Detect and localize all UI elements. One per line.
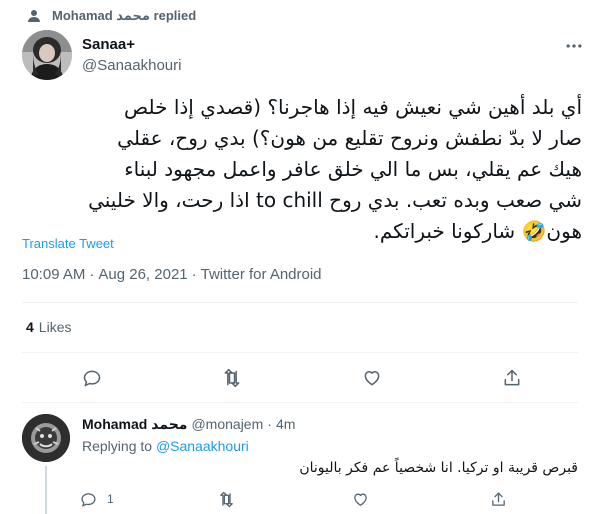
- author-avatar-image: [22, 30, 72, 80]
- reply-button[interactable]: [78, 364, 106, 392]
- likes-label: Likes: [38, 319, 72, 335]
- reply-action-bar: 1: [80, 488, 580, 512]
- thread-connector: [45, 466, 47, 514]
- tweet-action-bar: [22, 364, 578, 394]
- divider: [22, 402, 578, 403]
- tweet-text-line: أي بلد أهين شي نعيش فيه إذا هاجرنا؟ (قصد…: [123, 95, 582, 119]
- reply-time[interactable]: 4m: [276, 416, 295, 433]
- reply-share-button[interactable]: [490, 488, 507, 510]
- divider: [22, 302, 578, 303]
- meta-separator: ·: [191, 266, 197, 283]
- retweet-icon: [224, 368, 240, 388]
- heart-icon: [354, 493, 367, 506]
- tweet-meta: 10:09 AM · Aug 26, 2021 · Twitter for An…: [22, 266, 322, 283]
- meta-separator: ·: [89, 266, 95, 283]
- share-icon: [504, 369, 520, 386]
- replying-to-mention[interactable]: @Sanaakhouri: [156, 438, 249, 454]
- reply-count: 1: [107, 492, 114, 506]
- likes-count-link[interactable]: 4 Likes: [26, 319, 71, 335]
- reply-author-name[interactable]: Mohamad محمد: [82, 416, 187, 433]
- author-display-name[interactable]: Sanaa+: [82, 36, 181, 53]
- tweet-text-line: هيك عم يقلي، بس ما الي خلق عافر واعمل مج…: [124, 157, 582, 181]
- replying-to-label: Replying to: [82, 438, 153, 454]
- heart-icon: [364, 371, 380, 386]
- retweet-icon: [220, 491, 233, 507]
- reply-avatar-image: [22, 414, 70, 462]
- tweet-text: أي بلد أهين شي نعيش فيه إذا هاجرنا؟ (قصد…: [22, 92, 582, 247]
- tweet-time[interactable]: 10:09 AM: [22, 266, 85, 283]
- more-options-button[interactable]: [562, 36, 586, 56]
- share-icon: [492, 491, 505, 506]
- reply-header: Mohamad محمد @monajem · 4m: [82, 416, 295, 433]
- reply-reply-button[interactable]: 1: [80, 488, 114, 510]
- share-button[interactable]: [498, 364, 526, 392]
- more-icon: [566, 44, 582, 48]
- context-label: Mohamad محمد replied: [52, 8, 197, 23]
- tweet-date[interactable]: Aug 26, 2021: [98, 266, 187, 283]
- author-names: Sanaa+ @Sanaakhouri: [82, 36, 181, 74]
- reply-separator: ·: [267, 416, 272, 432]
- like-button[interactable]: [358, 364, 386, 392]
- reply-icon: [81, 492, 96, 507]
- social-context[interactable]: Mohamad محمد replied: [26, 6, 196, 26]
- replying-to: Replying to @Sanaakhouri: [82, 438, 249, 454]
- reply-author-avatar[interactable]: [22, 414, 70, 462]
- author-handle[interactable]: @Sanaakhouri: [82, 57, 181, 74]
- tweet-source: Twitter for Android: [200, 266, 322, 283]
- likes-count: 4: [26, 319, 34, 335]
- translate-tweet-link[interactable]: Translate Tweet: [22, 236, 114, 251]
- reply-text: قبرص قريبة او تركيا. انا شخصياً عم فكر ب…: [299, 460, 578, 476]
- tweet-author-row: Sanaa+ @Sanaakhouri: [22, 30, 586, 82]
- divider: [22, 352, 578, 353]
- reply-icon: [83, 370, 101, 387]
- tweet-text-line: صار لا بدّ نطفش ونروح تقليع من هون؟) بدي…: [117, 126, 582, 150]
- tweet-text-line: شي صعب وبده تعب. بدي روح to chill اذا رح…: [88, 188, 582, 212]
- person-icon: [28, 10, 40, 22]
- reply-like-button[interactable]: [352, 488, 369, 510]
- author-avatar[interactable]: [22, 30, 72, 80]
- reply-retweet-button[interactable]: [218, 488, 235, 510]
- retweet-button[interactable]: [218, 364, 246, 392]
- reply-author-handle[interactable]: @monajem: [191, 416, 263, 433]
